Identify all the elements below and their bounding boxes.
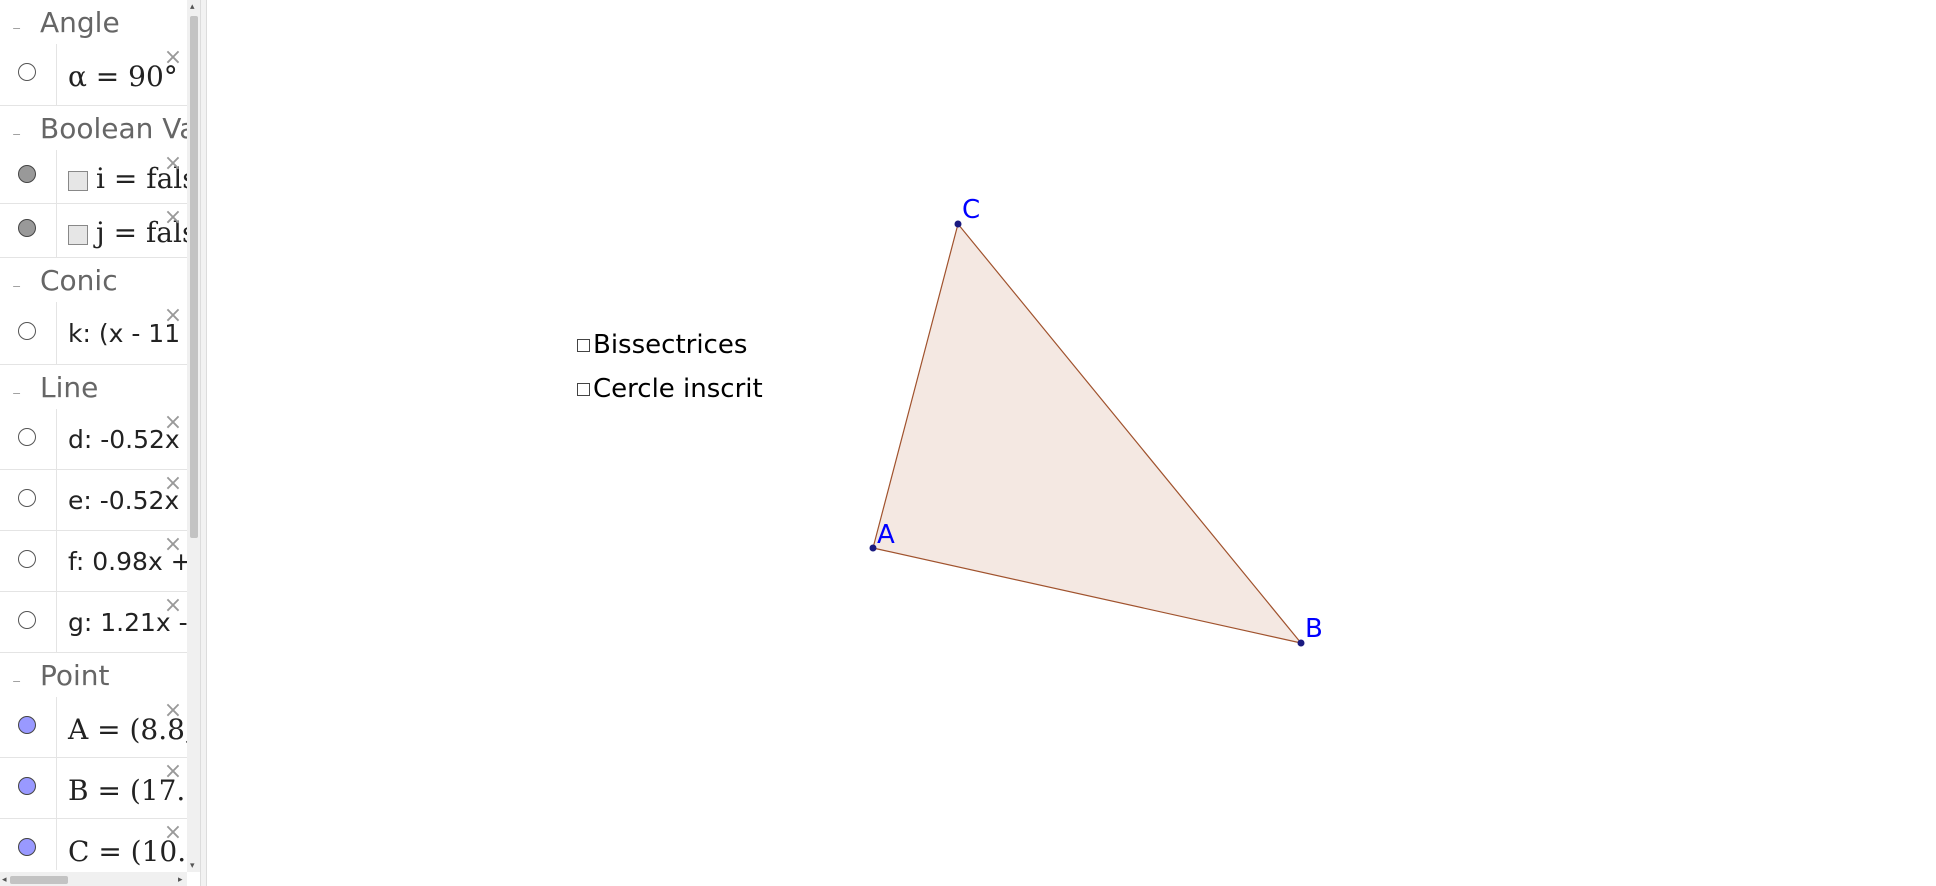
marble-column — [0, 592, 57, 652]
point-b[interactable] — [1297, 639, 1305, 647]
category-title: Point — [40, 659, 110, 692]
marble-column — [0, 531, 57, 591]
visibility-marble-icon[interactable] — [18, 165, 36, 183]
marble-column — [0, 409, 57, 469]
delete-close-icon[interactable]: × — [163, 595, 183, 617]
visibility-marble-icon[interactable] — [18, 610, 36, 629]
horizontal-scrollbar-thumb[interactable] — [10, 876, 68, 884]
expression-text: α = 90° — [68, 60, 178, 93]
algebra-item[interactable]: C = (10.4× — [0, 819, 188, 870]
panel-divider[interactable] — [200, 0, 207, 886]
delete-close-icon[interactable]: × — [163, 761, 183, 783]
cercle-inscrit-checkbox[interactable]: Cercle inscrit — [577, 374, 763, 404]
marble-column — [0, 758, 57, 818]
visibility-marble-icon[interactable] — [18, 321, 36, 340]
category-title: Angle — [40, 6, 120, 39]
boolean-checkbox[interactable] — [68, 170, 88, 191]
algebra-list: − Angle α = 90° × − Boolean Val i = fals × j = f… — [0, 0, 188, 870]
point-label-a[interactable]: A — [877, 520, 895, 550]
algebra-expression[interactable]: α = 90° — [68, 60, 178, 93]
algebra-item[interactable]: B = (17.2× — [0, 758, 188, 819]
category-title: Conic — [40, 264, 118, 297]
scroll-down-arrow-icon[interactable]: ▾ — [190, 862, 195, 871]
delete-close-icon[interactable]: × — [163, 305, 183, 327]
category-header[interactable]: − Conic — [0, 258, 188, 303]
marble-column — [0, 204, 57, 257]
category-header[interactable]: − Boolean Val — [0, 106, 188, 151]
collapse-toggle-icon[interactable]: − — [12, 23, 22, 34]
algebra-item[interactable]: d: -0.52x × — [0, 409, 188, 470]
marble-column — [0, 44, 57, 105]
delete-close-icon[interactable]: × — [163, 473, 183, 495]
algebra-view: − Angle α = 90° × − Boolean Val i = fals × j = f… — [0, 0, 200, 886]
marble-column — [0, 697, 57, 757]
delete-close-icon[interactable]: × — [163, 207, 183, 229]
algebra-item[interactable]: k: (x - 11 × — [0, 302, 188, 365]
scroll-right-arrow-icon[interactable]: ▸ — [178, 876, 183, 885]
delete-close-icon[interactable]: × — [163, 700, 183, 722]
algebra-item[interactable]: i = fals × — [0, 150, 188, 204]
collapse-toggle-icon[interactable]: − — [12, 129, 22, 140]
category-header[interactable]: − Angle — [0, 0, 188, 45]
point-c[interactable] — [954, 220, 962, 228]
algebra-item[interactable]: f: 0.98x + × — [0, 531, 188, 592]
point-a[interactable] — [869, 544, 877, 552]
bissectrices-checkbox[interactable]: Bissectrices — [577, 330, 747, 360]
bissectrices-label: Bissectrices — [593, 330, 748, 360]
triangle-polygon[interactable] — [872, 222, 1303, 644]
visibility-marble-icon[interactable] — [18, 837, 36, 856]
visibility-marble-icon[interactable] — [18, 549, 36, 568]
delete-close-icon[interactable]: × — [163, 534, 183, 556]
marble-column — [0, 819, 57, 870]
marble-column — [0, 302, 57, 364]
boolean-checkbox[interactable] — [68, 224, 88, 245]
vertical-scrollbar-thumb[interactable] — [190, 16, 198, 538]
collapse-toggle-icon[interactable]: − — [12, 676, 22, 687]
bissectrices-checkbox-box[interactable] — [577, 338, 590, 352]
visibility-marble-icon[interactable] — [18, 63, 36, 81]
visibility-marble-icon[interactable] — [18, 219, 36, 237]
point-label-b[interactable]: B — [1305, 614, 1323, 644]
cercle-inscrit-checkbox-box[interactable] — [577, 382, 590, 396]
category-header[interactable]: − Point — [0, 653, 188, 698]
algebra-item[interactable]: α = 90° × — [0, 44, 188, 106]
marble-column — [0, 470, 57, 530]
algebra-item[interactable]: e: -0.52x × — [0, 470, 188, 531]
scroll-left-arrow-icon[interactable]: ◂ — [2, 876, 7, 885]
delete-close-icon[interactable]: × — [163, 153, 183, 175]
algebra-item[interactable]: g: 1.21x - × — [0, 592, 188, 653]
collapse-toggle-icon[interactable]: − — [12, 388, 22, 399]
delete-close-icon[interactable]: × — [163, 822, 183, 844]
category-title: Line — [40, 371, 99, 404]
delete-close-icon[interactable]: × — [163, 47, 183, 69]
construction-canvas[interactable]: A B C — [207, 0, 1936, 886]
scroll-up-arrow-icon[interactable]: ▴ — [190, 3, 195, 12]
delete-close-icon[interactable]: × — [163, 412, 183, 434]
marble-column — [0, 150, 57, 203]
category-title: Boolean Val — [40, 112, 188, 145]
visibility-marble-icon[interactable] — [18, 488, 36, 507]
algebra-item[interactable]: j = fals × — [0, 204, 188, 258]
collapse-toggle-icon[interactable]: − — [12, 281, 22, 292]
cercle-inscrit-label: Cercle inscrit — [593, 374, 763, 404]
graphics-view[interactable]: A B C Bissectrices Cercle inscrit — [207, 0, 1936, 886]
algebra-item[interactable]: A = (8.8, × — [0, 697, 188, 758]
point-label-c[interactable]: C — [962, 195, 980, 225]
visibility-marble-icon[interactable] — [18, 715, 36, 734]
visibility-marble-icon[interactable] — [18, 427, 36, 446]
category-header[interactable]: − Line — [0, 365, 188, 410]
visibility-marble-icon[interactable] — [18, 776, 36, 795]
